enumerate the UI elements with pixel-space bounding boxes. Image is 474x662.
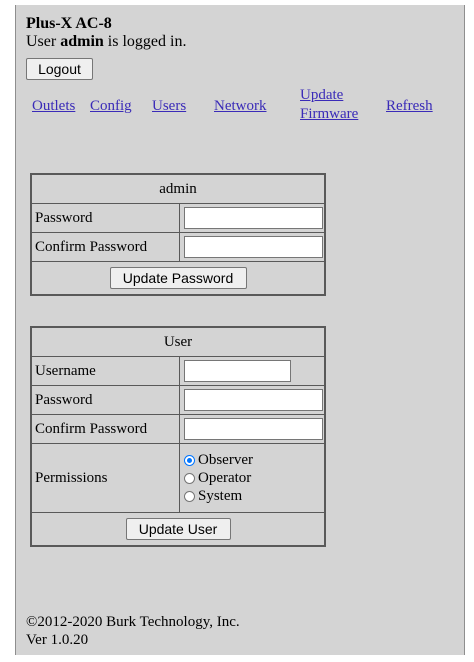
system-label: System — [198, 487, 243, 504]
operator-radio[interactable] — [184, 472, 195, 484]
username-label: Username — [30, 356, 180, 386]
confirm-password-label: Confirm Password — [30, 232, 180, 262]
nav-network-link[interactable]: Network — [214, 98, 267, 115]
nav-update-line1: Update — [300, 87, 344, 103]
nav-update-line2: Firmware — [300, 106, 359, 122]
permission-option-operator[interactable]: Operator — [184, 469, 324, 487]
password-input[interactable] — [184, 207, 323, 229]
operator-label: Operator — [198, 469, 252, 486]
username-input[interactable] — [184, 360, 291, 382]
login-username: admin — [60, 33, 104, 50]
user-confirm-password-input[interactable] — [184, 418, 323, 440]
main-panel: Plus-X AC-8 User admin is logged in. Log… — [15, 5, 465, 655]
logout-button[interactable]: Logout — [26, 58, 93, 80]
copyright-text: ©2012-2020 Burk Technology, Inc. — [26, 614, 240, 630]
nav-refresh-link[interactable]: Refresh — [386, 98, 433, 115]
permissions-label: Permissions — [30, 443, 180, 513]
login-prefix: User — [26, 33, 61, 50]
nav-update-firmware-link[interactable]: Update Firmware — [300, 86, 370, 124]
observer-radio[interactable] — [184, 454, 195, 466]
confirm-password-input[interactable] — [184, 236, 323, 258]
admin-password-table: admin Password Confirm Password Update P… — [30, 173, 326, 296]
password-label: Password — [30, 203, 180, 233]
user-password-input[interactable] — [184, 389, 323, 411]
footer: ©2012-2020 Burk Technology, Inc. Ver 1.0… — [26, 613, 240, 649]
nav-config-link[interactable]: Config — [90, 98, 132, 115]
user-password-label: Password — [30, 385, 180, 415]
update-user-button[interactable]: Update User — [125, 518, 231, 540]
user-confirm-password-label: Confirm Password — [30, 414, 180, 444]
login-status: User admin is logged in. — [26, 33, 186, 51]
nav-outlets-link[interactable]: Outlets — [32, 98, 75, 115]
system-radio[interactable] — [184, 490, 195, 502]
update-password-button[interactable]: Update Password — [109, 267, 247, 289]
permission-option-observer[interactable]: Observer — [184, 451, 324, 469]
device-title: Plus-X AC-8 — [26, 15, 112, 32]
user-heading: User — [30, 326, 326, 357]
admin-password-heading: admin — [30, 173, 326, 204]
login-suffix: is logged in. — [103, 33, 187, 50]
observer-label: Observer — [198, 451, 253, 468]
permissions-radio-group: Observer Operator System — [179, 443, 326, 513]
user-table: User Username Password Confirm Password … — [30, 326, 326, 547]
nav-users-link[interactable]: Users — [152, 98, 186, 115]
version-text: Ver 1.0.20 — [26, 632, 89, 648]
permission-option-system[interactable]: System — [184, 487, 324, 505]
